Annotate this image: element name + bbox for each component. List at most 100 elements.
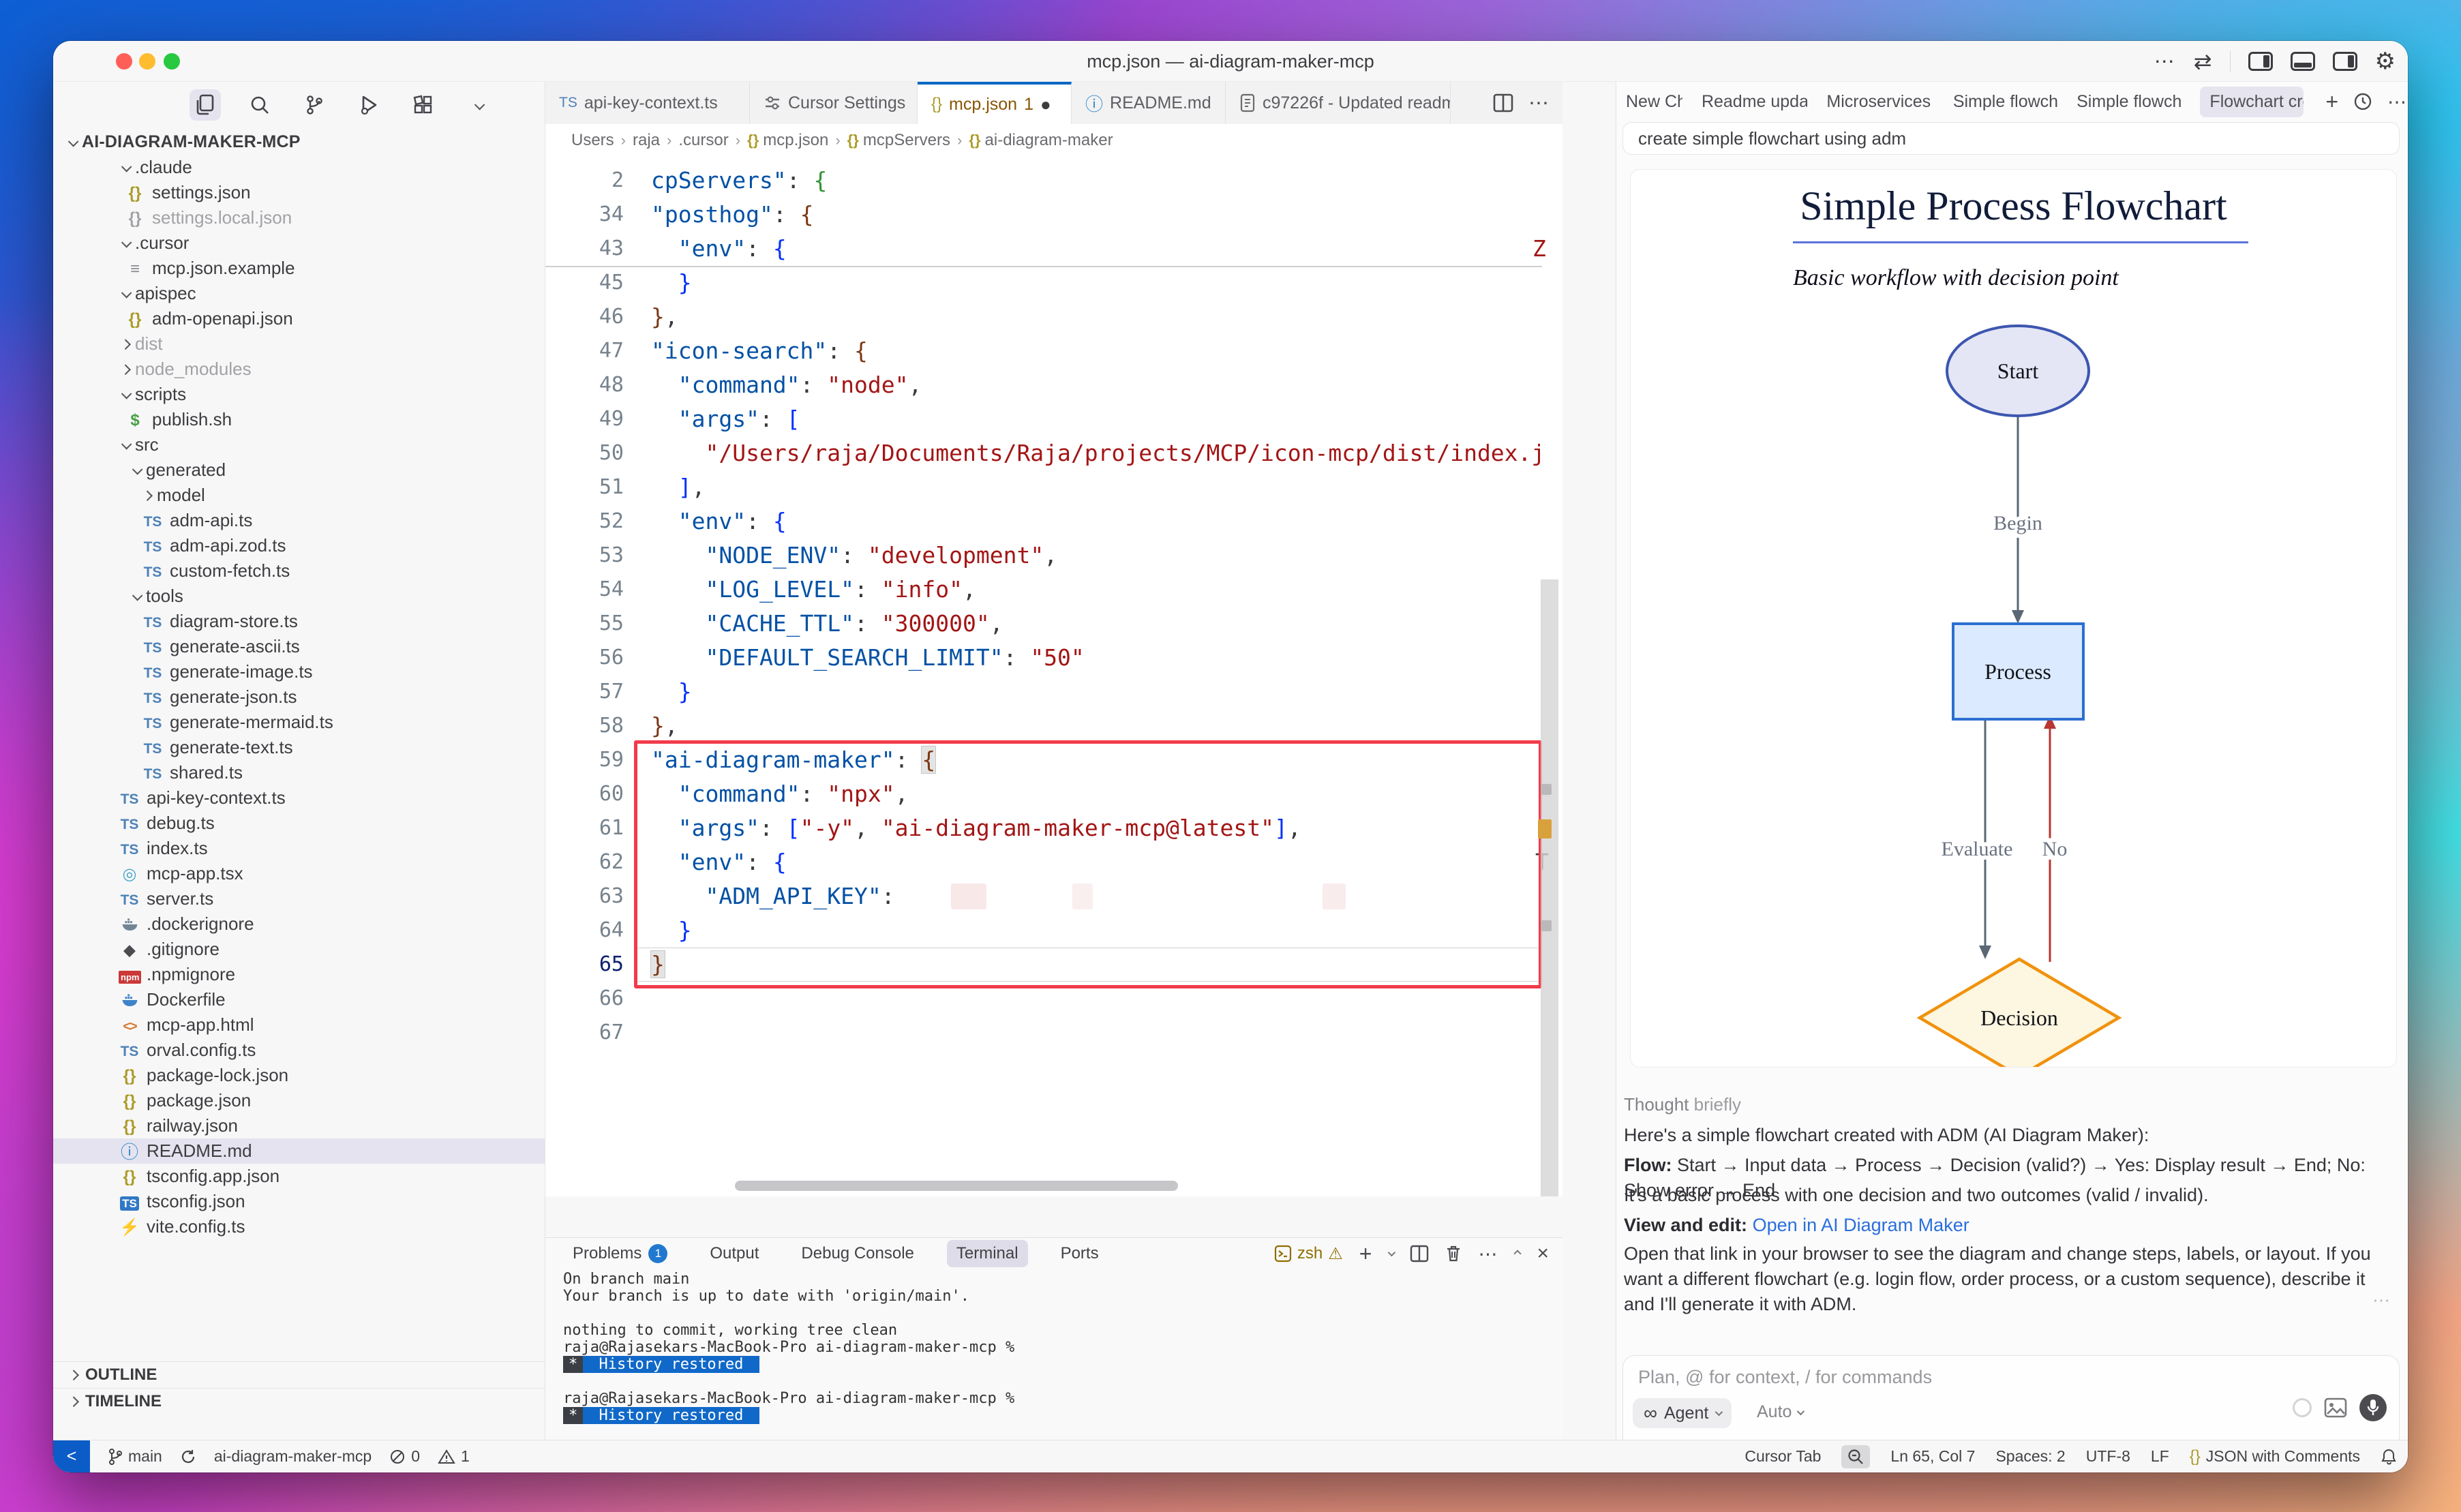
layout-swap-icon[interactable]: ⇄ [2194,48,2212,74]
zoom-indicator[interactable] [1841,1445,1870,1468]
tree-item-mcp-app-tsx[interactable]: ◎mcp-app.tsx [53,861,545,886]
more-actions-icon[interactable]: ⋯ [2154,50,2176,74]
status-lang[interactable]: {}JSON with Comments [2190,1447,2360,1466]
tree-item-generate-mermaid-ts[interactable]: TSgenerate-mermaid.ts [53,710,545,735]
tree-item-orval-config-ts[interactable]: TSorval.config.ts [53,1038,545,1063]
tree-item-scripts[interactable]: scripts [53,382,545,407]
tree-item-npmignore[interactable]: npm.npmignore [53,962,545,987]
more-actions-icon[interactable]: ⋯ [1478,1243,1498,1265]
tree-item-settings-local-json[interactable]: {}settings.local.json [53,205,545,230]
split-editor-icon[interactable] [1493,93,1513,112]
tree-item-vite-config-ts[interactable]: ⚡vite.config.ts [53,1214,545,1239]
tree-item-claude[interactable]: .claude [53,155,545,180]
tab-mcp-json[interactable]: {}mcp.json1● [918,82,1072,124]
tree-item-adm-api-ts[interactable]: TSadm-api.ts [53,508,545,533]
tree-item-mcp-json-example[interactable]: ≡mcp.json.example [53,256,545,281]
tree-item-model[interactable]: model [53,483,545,508]
chat-input[interactable]: Plan, @ for context, / for commands ∞Age… [1622,1355,2400,1440]
chat-tab-simple-flowchart-c[interactable]: Simple flowchart c [2077,92,2181,112]
panel-tab-problems[interactable]: Problems1 [563,1240,677,1267]
tree-item-cursor[interactable]: .cursor [53,230,545,256]
attach-image-icon[interactable] [2324,1397,2347,1418]
maximize-panel-icon[interactable] [1514,1250,1522,1257]
panel-tab-terminal[interactable]: Terminal [947,1240,1028,1267]
horizontal-scrollbar[interactable] [735,1181,1178,1191]
status-ln-65-col-7[interactable]: Ln 65, Col 7 [1890,1447,1975,1466]
terminal-output[interactable]: On branch mainYour branch is up to date … [563,1271,1556,1458]
chat-tab-microservices-arch[interactable]: Microservices arch [1826,92,1933,112]
chat-tab-flowchart-crea[interactable]: Flowchart crea [2200,87,2304,117]
tree-item-railway-json[interactable]: {}railway.json [53,1113,545,1138]
tree-item-package-lock-json[interactable]: {}package-lock.json [53,1063,545,1088]
tree-item-shared-ts[interactable]: TSshared.ts [53,760,545,785]
source-control-icon[interactable] [299,89,330,121]
open-in-adm-link[interactable]: Open in AI Diagram Maker [1753,1215,1969,1235]
tree-item-tsconfig-app-json[interactable]: {}tsconfig.app.json [53,1164,545,1189]
status-warnings[interactable]: 1 [438,1447,470,1466]
chat-tab-simple-flowchart-c[interactable]: Simple flowchart c [1953,92,2057,112]
agent-mode-selector[interactable]: ∞Agent [1633,1398,1732,1428]
more-actions-icon[interactable]: ⋯ [2387,91,2408,113]
tree-item-apispec[interactable]: apispec [53,281,545,306]
chevron-down-icon[interactable] [1388,1249,1395,1256]
code-editor[interactable]: 2cpServers": {34"posthog": {43 "env": {Z… [545,157,1562,1196]
tree-item-diagram-store-ts[interactable]: TSdiagram-store.ts [53,609,545,634]
tree-item-api-key-context-ts[interactable]: TSapi-key-context.ts [53,785,545,811]
tree-item-dockerfile[interactable]: Dockerfile [53,987,545,1012]
tree-item-node-modules[interactable]: node_modules [53,357,545,382]
kill-terminal-trash-icon[interactable] [1445,1244,1462,1263]
breadcrumb[interactable]: Users›raja›.cursor›{} mcp.json›{} mcpSer… [545,124,1562,157]
search-icon[interactable] [244,89,275,121]
shell-indicator[interactable]: zsh⚠ [1274,1244,1343,1264]
tree-item-dist[interactable]: dist [53,331,545,357]
settings-gear-icon[interactable]: ⚙ [2375,48,2396,75]
run-debug-icon[interactable] [353,89,384,121]
tree-item-server-ts[interactable]: TSserver.ts [53,886,545,911]
status-spaces-2[interactable]: Spaces: 2 [1995,1447,2065,1466]
tree-item-generate-json-ts[interactable]: TSgenerate-json.ts [53,684,545,710]
status-utf-8[interactable]: UTF-8 [2086,1447,2130,1466]
tree-item-dockerignore[interactable]: .dockerignore [53,911,545,937]
tab-cursor-settings[interactable]: Cursor Settings [750,82,918,124]
vertical-scrollbar[interactable] [1541,579,1558,1196]
tree-item-custom-fetch-ts[interactable]: TScustom-fetch.ts [53,558,545,584]
toggle-left-panel-icon[interactable] [2248,52,2273,71]
model-selector[interactable]: Auto [1757,1402,1802,1422]
toggle-right-panel-icon[interactable] [2333,52,2357,71]
breadcrumb-item-users[interactable]: Users [571,131,614,150]
tree-item-adm-api-zod-ts[interactable]: TSadm-api.zod.ts [53,533,545,558]
explorer-files-icon[interactable] [190,89,221,121]
panel-tab-ports[interactable]: Ports [1051,1240,1108,1267]
breadcrumb-item-raja[interactable]: raja [633,131,660,150]
thought-status[interactable]: Thought briefly [1624,1094,1741,1115]
tree-item-index-ts[interactable]: TSindex.ts [53,836,545,861]
tab-api-key-context-ts[interactable]: TSapi-key-context.ts [545,82,750,124]
status-branch[interactable]: main [108,1447,162,1466]
tab-c97226f-updated-readme-f[interactable]: c97226f - Updated readme f [1226,82,1451,124]
status-cursor-tab[interactable]: Cursor Tab [1745,1447,1821,1466]
tree-item-readme-md[interactable]: ⓘREADME.md [53,1138,545,1164]
tree-item-generated[interactable]: generated [53,457,545,483]
remote-indicator[interactable]: < [53,1440,90,1473]
status-lf[interactable]: LF [2151,1447,2169,1466]
new-chat-plus-icon[interactable]: + [2325,89,2338,115]
tree-item-settings-json[interactable]: {}settings.json [53,180,545,205]
sidebar-views-chevron-icon[interactable] [462,89,494,121]
tree-item-tools[interactable]: tools [53,584,545,609]
chat-tab-readme-update-fo[interactable]: Readme update fo [1702,92,1807,112]
tree-item-publish-sh[interactable]: $publish.sh [53,407,545,432]
outline-section[interactable]: OUTLINE [53,1361,545,1387]
tree-item-generate-image-ts[interactable]: TSgenerate-image.ts [53,659,545,684]
toggle-bottom-panel-icon[interactable] [2291,52,2315,71]
tree-item-generate-ascii-ts[interactable]: TSgenerate-ascii.ts [53,634,545,659]
chat-tab-new-chat[interactable]: New Chat [1626,92,1682,112]
extensions-icon[interactable] [408,89,439,121]
breadcrumb-item-mcpservers[interactable]: {} mcpServers [847,131,950,150]
panel-tab-debug-console[interactable]: Debug Console [791,1240,923,1267]
timeline-section[interactable]: TIMELINE [53,1388,545,1414]
history-clock-icon[interactable] [2353,92,2372,111]
more-actions-icon[interactable]: ⋯ [1528,91,1550,115]
response-more-icon[interactable]: ⋯ [2372,1290,2391,1311]
tab-readme-md[interactable]: ⓘREADME.md [1072,82,1226,124]
panel-tab-output[interactable]: Output [700,1240,768,1267]
